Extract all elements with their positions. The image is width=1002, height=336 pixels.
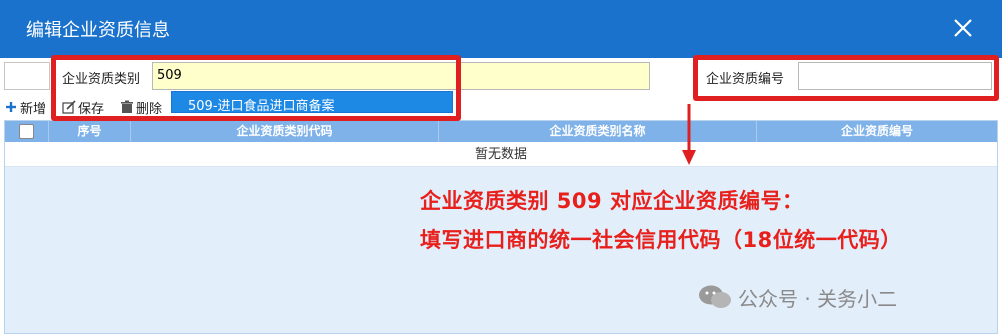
grid-header: 序号 企业资质类别代码 企业资质类别名称 企业资质编号 [5,121,997,142]
annotation-arrow-icon [682,104,696,165]
dialog-titlebar: 编辑企业资质信息 [0,0,1002,58]
annotation-box-number [693,55,999,101]
annotation-box-category [51,55,461,121]
column-header-category-code[interactable]: 企业资质类别代码 [131,121,439,142]
select-all-checkbox[interactable] [19,124,34,139]
add-button[interactable]: 新增 [4,96,46,118]
column-header-category-name[interactable]: 企业资质类别名称 [439,121,757,142]
close-icon[interactable] [952,17,974,39]
watermark-text: 公众号 · 关务小二 [738,286,898,311]
empty-message: 暂无数据 [5,142,997,167]
select-all-cell [5,121,49,142]
row-selector-field[interactable] [4,62,50,90]
dialog-title: 编辑企业资质信息 [26,20,170,41]
plus-icon [6,102,16,112]
add-label: 新增 [20,101,47,117]
watermark: 公众号 · 关务小二 [698,283,897,311]
column-header-seq[interactable]: 序号 [49,121,131,142]
annotation-line-1: 企业资质类别 509 对应企业资质编号： [420,189,804,213]
annotation-line-2: 填写进口商的统一社会信用代码（18位统一代码） [420,228,902,252]
wechat-icon [699,285,731,308]
column-header-number[interactable]: 企业资质编号 [757,121,997,142]
